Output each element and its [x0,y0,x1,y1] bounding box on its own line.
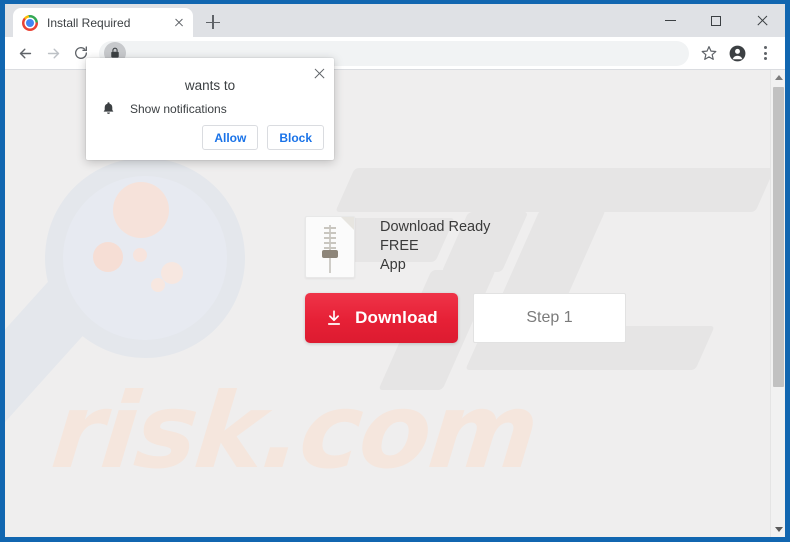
promo-line-2: FREE [380,238,419,254]
browser-window-frame: Install Required risk.com Download Ready… [0,0,790,542]
profile-button[interactable] [723,39,751,67]
back-button[interactable] [11,39,39,67]
tab-install-required[interactable]: Install Required [13,8,193,37]
page-fold [341,217,354,230]
minimize-icon [664,19,676,22]
close-window-button[interactable] [739,4,785,37]
browser-window: Install Required risk.com Download Ready… [5,4,785,537]
page-scrollbar[interactable] [770,70,785,537]
maximize-button[interactable] [693,4,739,37]
close-icon [756,15,768,27]
permission-row: Show notifications [102,101,227,116]
scroll-up-button[interactable] [771,70,785,85]
close-icon[interactable] [171,15,187,31]
maximize-icon [711,15,721,26]
profile-avatar-icon [729,45,745,61]
promo-text: Download Ready FREE App [380,216,490,275]
promo-line-1: Download Ready [380,219,491,235]
chevron-up-icon [774,75,783,80]
allow-button[interactable]: Allow [202,125,259,150]
forward-arrow-icon [47,48,59,58]
step-button-label: Step 1 [526,309,573,326]
chevron-down-icon [774,527,783,532]
three-dot-menu-icon [763,46,767,60]
decorative-blob [113,182,169,238]
permission-popup-title: wants to [184,78,236,93]
minimize-button[interactable] [647,4,693,37]
block-button[interactable]: Block [267,125,324,150]
step-button[interactable]: Step 1 [473,293,626,343]
decorative-blob [151,278,165,292]
menu-button[interactable] [751,39,779,67]
back-arrow-icon [19,48,31,58]
decorative-blob [161,262,183,284]
chrome-favicon [22,14,38,31]
zipper-teeth [324,227,336,249]
decorative-blob [93,242,123,272]
decorative-blob [133,248,147,262]
risk-watermark: risk.com [46,370,543,492]
bookmark-button[interactable] [695,39,723,67]
tab-title: Install Required [47,15,131,30]
permission-actions: Allow Block [202,125,324,150]
promo-line-3: App [380,257,406,273]
scroll-down-button[interactable] [771,522,785,537]
forward-button[interactable] [39,39,67,67]
plus-icon[interactable] [200,9,226,35]
window-controls [647,4,785,37]
download-arrow-icon [328,310,341,325]
zipper-pull [322,250,338,258]
notification-permission-popup: wants to Show notifications Allow Block [86,58,334,160]
promo-block: Download Ready FREE App [305,216,490,278]
permission-label: Show notifications [130,101,227,116]
zip-file-icon [305,216,355,278]
download-button-label: Download [355,308,438,327]
star-icon [701,46,717,60]
action-buttons: Download Step 1 [305,293,626,343]
tab-strip: Install Required [5,4,785,37]
bell-icon [103,102,114,114]
download-button[interactable]: Download [305,293,458,343]
toolbar-right-actions [695,39,779,67]
scrollbar-thumb[interactable] [773,87,784,387]
